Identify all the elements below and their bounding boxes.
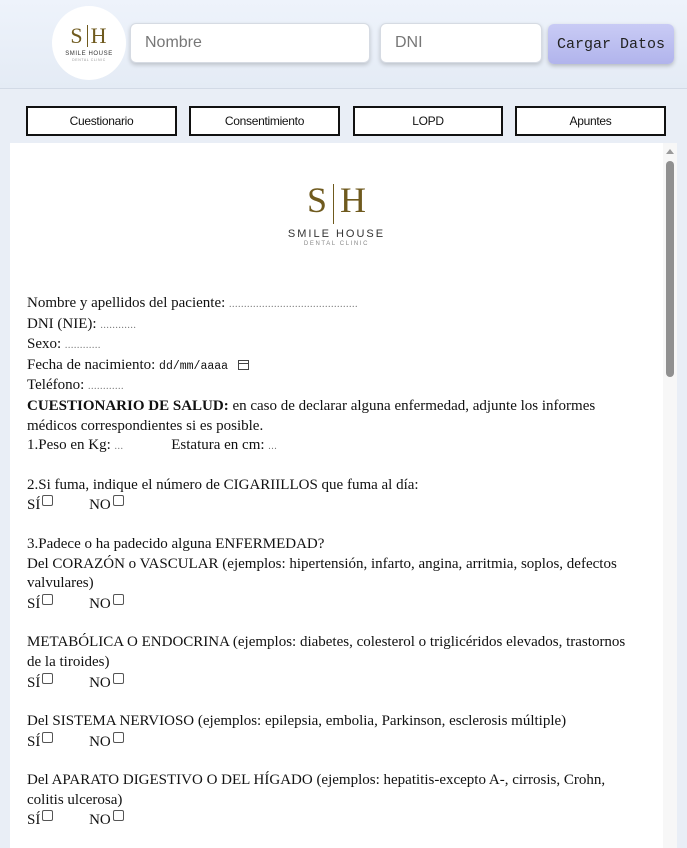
estatura-dotted-field[interactable]: ... [268,441,277,452]
q3-metabolica-answer-row: SÍ NO [27,672,637,694]
yes-label: SÍ [27,595,41,612]
metabolica-yes-checkbox[interactable] [42,672,54,684]
dni-dotted-field[interactable]: ............ [100,320,136,331]
q2-text: 2.Si fuma, indique el número de CIGARIIL… [27,476,419,493]
no-label: NO [89,595,111,612]
nombre-field-row: Nombre y apellidos del paciente: .......… [27,294,637,315]
no-label: NO [89,497,111,514]
clinic-logo: SH SMILE HOUSE DENTAL CLINIC [52,6,126,80]
sexo-dotted-field[interactable]: ............ [65,340,101,351]
telefono-dotted-field[interactable]: ............ [88,381,124,392]
no-label: NO [89,733,111,750]
questionnaire-title: CUESTIONARIO DE SALUD: [27,397,229,414]
logo-subtitle: DENTAL CLINIC [72,57,106,62]
questionnaire-content: Nombre y apellidos del paciente: .......… [27,294,637,831]
calendar-icon[interactable] [238,359,250,370]
nombre-label: Nombre y apellidos del paciente: [27,295,226,311]
nervioso-yes-checkbox[interactable] [42,731,54,743]
sexo-field-row: Sexo: ............ [27,335,637,356]
tab-lopd[interactable]: LOPD [353,106,503,136]
q2-yes-checkbox[interactable] [42,495,54,507]
q3-corazon-answer-row: SÍ NO [27,593,637,615]
yes-label: SÍ [27,812,41,829]
q3-nervioso-text: Del SISTEMA NERVIOSO (ejemplos: epilepsi… [27,713,567,730]
document-logo-mark: SH [10,181,663,224]
top-bar: SH SMILE HOUSE DENTAL CLINIC Cargar Dato… [0,0,687,89]
q3-nervioso-answer-row: SÍ NO [27,731,637,753]
corazon-no-checkbox[interactable] [112,593,124,605]
logo-mark: SH [70,22,108,48]
q3-corazon-text: Del CORAZÓN o VASCULAR (ejemplos: hipert… [27,555,617,592]
tab-cuestionario[interactable]: Cuestionario [26,106,177,136]
sexo-label: Sexo: [27,336,62,353]
digestivo-no-checkbox[interactable] [112,810,124,822]
no-label: NO [89,812,111,829]
scroll-up-arrow-icon[interactable] [666,149,674,154]
q1-row: 1.Peso en Kg: ... Estatura en cm: ... [27,436,637,457]
no-label: NO [89,674,111,691]
fecha-label: Fecha de nacimiento: [27,356,156,373]
tab-apuntes[interactable]: Apuntes [515,106,666,136]
tab-bar: Cuestionario Consentimiento LOPD Apuntes [0,106,687,136]
document-logo-subtitle: DENTAL CLINIC [303,240,370,247]
estatura-label: Estatura en cm: [171,437,265,454]
fecha-date-input[interactable]: dd/mm/aaaa [159,360,228,373]
tab-consentimiento[interactable]: Consentimiento [189,106,340,136]
digestivo-yes-checkbox[interactable] [42,810,54,822]
peso-label: 1.Peso en Kg: [27,437,111,454]
corazon-yes-checkbox[interactable] [42,593,54,605]
metabolica-no-checkbox[interactable] [112,672,124,684]
fecha-field-row: Fecha de nacimiento: dd/mm/aaaa [27,356,637,377]
yes-label: SÍ [27,733,41,750]
q3-text: 3.Padece o ha padecido alguna ENFERMEDAD… [27,535,325,552]
questionnaire-intro: CUESTIONARIO DE SALUD: en caso de declar… [27,397,637,436]
q3-metabolica-text: METABÓLICA O ENDOCRINA (ejemplos: diabet… [27,634,626,670]
q3-digestivo-text: Del APARATO DIGESTIVO O DEL HÍGADO (ejem… [27,772,606,808]
scrollbar[interactable] [663,143,677,848]
telefono-label: Teléfono: [27,377,85,394]
yes-label: SÍ [27,674,41,691]
q2-no-checkbox[interactable] [112,495,124,507]
dni-field-row: DNI (NIE): ............ [27,315,637,336]
document-view[interactable]: SH SMILE HOUSE DENTAL CLINIC Nombre y ap… [10,143,677,848]
yes-label: SÍ [27,497,41,514]
telefono-field-row: Teléfono: ............ [27,376,637,397]
nervioso-no-checkbox[interactable] [112,731,124,743]
dni-input[interactable] [380,23,542,63]
cargar-datos-button[interactable]: Cargar Datos [548,24,674,64]
document-logo: SH SMILE HOUSE DENTAL CLINIC [10,181,663,247]
peso-dotted-field[interactable]: ... [115,441,124,452]
logo-name: SMILE HOUSE [65,50,113,57]
document-logo-name: SMILE HOUSE [287,227,386,240]
scrollbar-thumb[interactable] [666,161,674,377]
dni-label: DNI (NIE): [27,315,97,332]
q2-answer-row: SÍ NO [27,495,637,516]
nombre-input[interactable] [130,23,370,63]
nombre-dotted-field[interactable]: ........................................… [229,299,358,310]
q3-digestivo-answer-row: SÍ NO [27,810,637,831]
